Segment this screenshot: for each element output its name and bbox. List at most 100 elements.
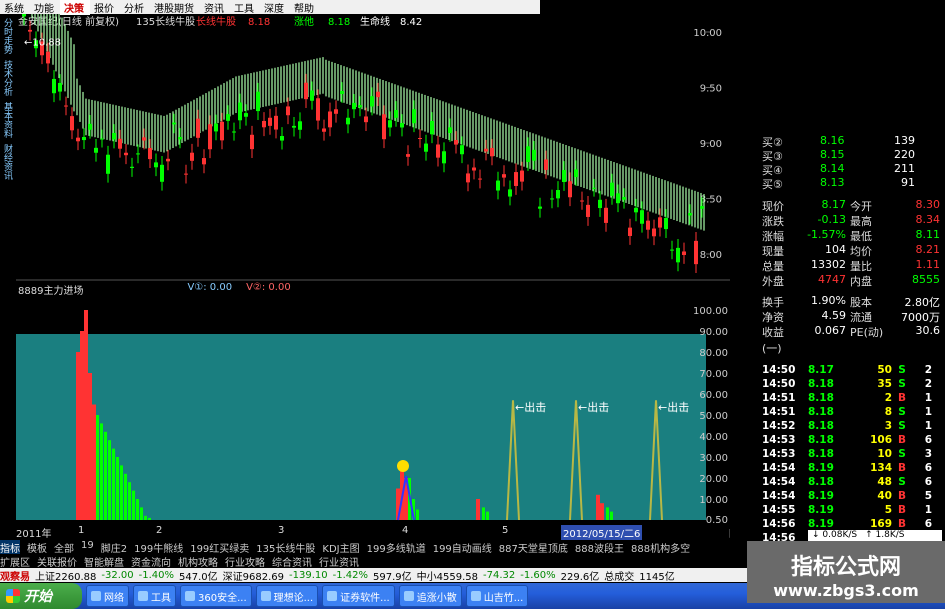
menu-item[interactable]: 决策 [60,0,90,15]
indicator-tab[interactable]: 888波段王 [575,540,624,554]
quote-row: 现量 104 均价 8.21 [762,243,943,258]
candle-body [88,123,92,130]
candle-body [172,122,176,125]
indicator-tab[interactable]: 模板 [27,540,47,554]
menu-item[interactable]: 报价 [90,0,120,15]
menu-item[interactable]: 港股期货 [150,0,200,15]
bid-label: 买⑤ [762,178,783,191]
indicator-tab[interactable]: 19 [81,540,94,554]
tick-time: 14:53 [762,448,796,460]
candle-body [652,228,656,237]
candle-body [508,189,512,197]
indicator-tab[interactable]: 全部 [54,540,74,554]
indicator-red-bar [92,404,96,520]
candle-body [622,197,626,200]
quote-row: 总量 13302 量比 1.11 [762,258,943,273]
extension-tab[interactable]: 资金流向 [131,554,171,569]
menu-item[interactable]: 功能 [30,0,60,15]
indicator-tab[interactable]: 199多线轨道 [367,540,426,554]
candle-body [220,121,224,141]
indicator-tab[interactable]: 脚庄2 [101,540,127,554]
app-icon [138,591,148,601]
candle-body [352,102,356,110]
taskbar-item[interactable]: 山吉竹... [465,585,529,607]
indicator-tab[interactable]: 888机构多空 [631,540,690,554]
indicator-tab[interactable]: 135长线牛股 [256,540,315,554]
taskbar-item[interactable]: 证券软件... [322,585,395,607]
taskbar-item-label: 网络 [104,592,124,604]
left-tab[interactable]: 基本资料 [2,102,12,138]
taskbar-item-label: 理想论... [273,592,314,604]
tick-time: 14:55 [762,504,796,516]
taskbar-item[interactable]: 追涨小散 [398,585,462,607]
indicator-red-bar [84,310,88,520]
left-tab[interactable]: 分时走势 [2,18,12,54]
extension-tab[interactable]: 扩展区 [0,554,30,569]
extension-tab[interactable]: 机构攻略 [178,554,218,569]
candle-body [520,170,524,182]
date-axis-label: 2 [156,525,163,536]
extension-tab[interactable]: 综合资讯 [272,554,312,569]
tick-side: S [898,420,906,432]
bid-volume: 139 [894,134,915,147]
tick-volume: 134 [870,462,892,474]
candle-body [640,210,644,224]
indicator-tick-label: 60.00 [699,390,728,401]
extension-tab[interactable]: 行业攻略 [225,554,265,569]
left-tab[interactable]: 财经资讯 [2,144,12,180]
candle-body [154,162,158,168]
menu-item[interactable]: 帮助 [290,0,320,15]
taskbar-item-label: 证券软件... [340,592,390,604]
indicator-tab[interactable]: 指标 [0,540,20,554]
candle-body [412,109,416,124]
watermark: 指标公式网 www.zbgs3.com [747,541,945,603]
menu-item[interactable]: 资讯 [200,0,230,15]
indicator-green-bar [610,511,613,520]
bid-row: 买⑤ 8.13 91 [762,176,943,191]
indicator-green-bar [108,440,111,520]
quote-label-left: 现量 [762,245,784,258]
high-annotation: ←10.88 [24,37,61,48]
candle-body [52,78,56,94]
taskbar-item[interactable]: 360安全... [180,585,252,607]
taskbar-item[interactable]: 网络 [86,585,129,607]
indicator-tab[interactable]: 199红买绿卖 [190,540,249,554]
menu-item[interactable]: 分析 [120,0,150,15]
chart-header-text: 长线牛股 [196,15,236,28]
indicator-tab[interactable]: KDJ主图 [322,540,359,554]
tick-price: 8.18 [808,420,834,432]
extension-tabs: 扩展区 关联报价 智能解盘 资金流向 机构攻略 行业攻略 综合资讯 行业资讯 [0,554,760,569]
indicator-tab[interactable]: 887天堂星顶底 [499,540,568,554]
menu-item[interactable]: 工具 [230,0,260,15]
extension-tab[interactable]: 行业资讯 [319,554,359,569]
indicator-red-bar [76,352,80,520]
status-item: 总成交 [604,571,635,583]
indicator-green-bar [124,473,127,520]
candle-body [214,123,218,132]
candle-body [298,121,302,130]
menu-item[interactable]: 系统 [0,0,30,15]
tick-volume: 3 [884,420,892,432]
tick-price: 8.19 [808,490,834,502]
candlestick-chart[interactable]: 金安国纪(日线 前复权) 135长线牛股 长线牛股 8.18 涨他 8.18 生命线 8.42… [16,14,730,282]
indicator-tab[interactable]: 199自动画线 [433,540,492,554]
candle-body [682,251,686,255]
menu-item[interactable]: 深度 [260,0,290,15]
indicator-green-bar [104,431,107,520]
indicator-green-bar [132,490,135,520]
extension-tab[interactable]: 智能解盘 [84,554,124,569]
taskbar-item[interactable]: 工具 [133,585,176,607]
start-button[interactable]: 开始 [0,583,82,609]
candle-body [490,147,494,157]
quote-row: 外盘 4747 内盘 8555 [762,273,943,288]
quote-label-left: 总量 [762,260,784,273]
left-tab[interactable]: 技术分析 [2,60,12,96]
main-force-indicator-chart[interactable]: 100.00 90.00 80.00 70.00 60.00 50.00 40.00 30.0… [16,296,730,524]
tick-price: 8.18 [808,434,834,446]
quote-value-right: 8555 [912,273,940,286]
candle-body [208,124,212,150]
indicator-tab[interactable]: 199牛熊线 [134,540,183,554]
taskbar-item[interactable]: 理想论... [255,585,319,607]
extension-tab[interactable]: 关联报价 [37,554,77,569]
taskbar-item-label: 追涨小散 [416,592,457,604]
